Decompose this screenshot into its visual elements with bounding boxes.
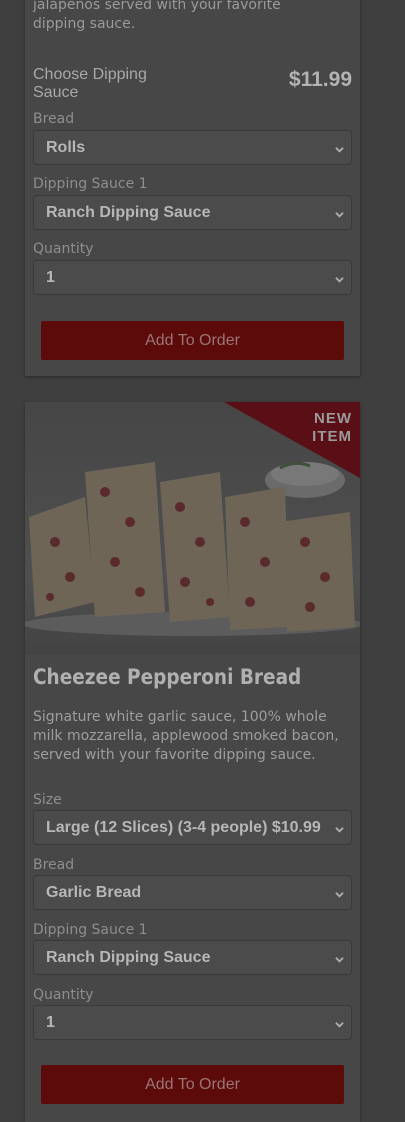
- choose-sauce-label: Choose Dipping Sauce: [33, 66, 147, 101]
- bread-select[interactable]: Rolls: [33, 130, 352, 165]
- chevron-down-icon: [335, 277, 344, 283]
- chevron-down-icon: [335, 1022, 344, 1028]
- bread-select-value: Rolls: [46, 139, 86, 156]
- quantity-select-value: 1: [46, 1014, 55, 1031]
- item-price: $11.99: [288, 68, 352, 91]
- menu-item-card: NEW ITEM Cheezee Pepperoni Bread Signatu…: [25, 402, 360, 1122]
- chevron-down-icon: [335, 957, 344, 963]
- item-description: jalapeños served with your favorite dipp…: [33, 0, 281, 32]
- chevron-down-icon: [335, 827, 344, 833]
- dipping-sauce-select-value: Ranch Dipping Sauce: [46, 204, 211, 221]
- quantity-select-value: 1: [46, 269, 55, 286]
- chevron-down-icon: [335, 212, 344, 218]
- bread-select[interactable]: Garlic Bread: [33, 875, 352, 910]
- dipping-sauce-select[interactable]: Ranch Dipping Sauce: [33, 940, 352, 975]
- bread-label: Bread: [33, 857, 75, 873]
- quantity-select[interactable]: 1: [33, 260, 352, 295]
- dipping-sauce-select[interactable]: Ranch Dipping Sauce: [33, 195, 352, 230]
- menu-item-card: jalapeños served with your favorite dipp…: [25, 0, 360, 376]
- new-item-badge: NEW ITEM: [312, 410, 352, 445]
- item-description: Signature white garlic sauce, 100% whole…: [33, 709, 339, 763]
- quantity-label: Quantity: [33, 241, 94, 257]
- item-title: Cheezee Pepperoni Bread: [33, 665, 302, 689]
- quantity-label: Quantity: [33, 987, 94, 1003]
- bread-label: Bread: [33, 111, 75, 127]
- chevron-down-icon: [335, 147, 344, 153]
- size-select-value: Large (12 Slices) (3-4 people) $10.99: [46, 819, 321, 836]
- chevron-down-icon: [335, 892, 344, 898]
- add-to-order-button[interactable]: Add To Order: [41, 321, 344, 360]
- add-to-order-button[interactable]: Add To Order: [41, 1065, 344, 1104]
- size-select[interactable]: Large (12 Slices) (3-4 people) $10.99: [33, 810, 352, 845]
- bread-select-value: Garlic Bread: [46, 884, 142, 901]
- dipping-sauce-select-value: Ranch Dipping Sauce: [46, 949, 211, 966]
- dipping-sauce-label: Dipping Sauce 1: [33, 176, 148, 192]
- quantity-select[interactable]: 1: [33, 1005, 352, 1040]
- dipping-sauce-label: Dipping Sauce 1: [33, 922, 148, 938]
- page: { "item1": { "description": "jalapeños s…: [0, 0, 405, 1122]
- size-label: Size: [33, 792, 62, 808]
- product-image: NEW ITEM: [25, 402, 360, 654]
